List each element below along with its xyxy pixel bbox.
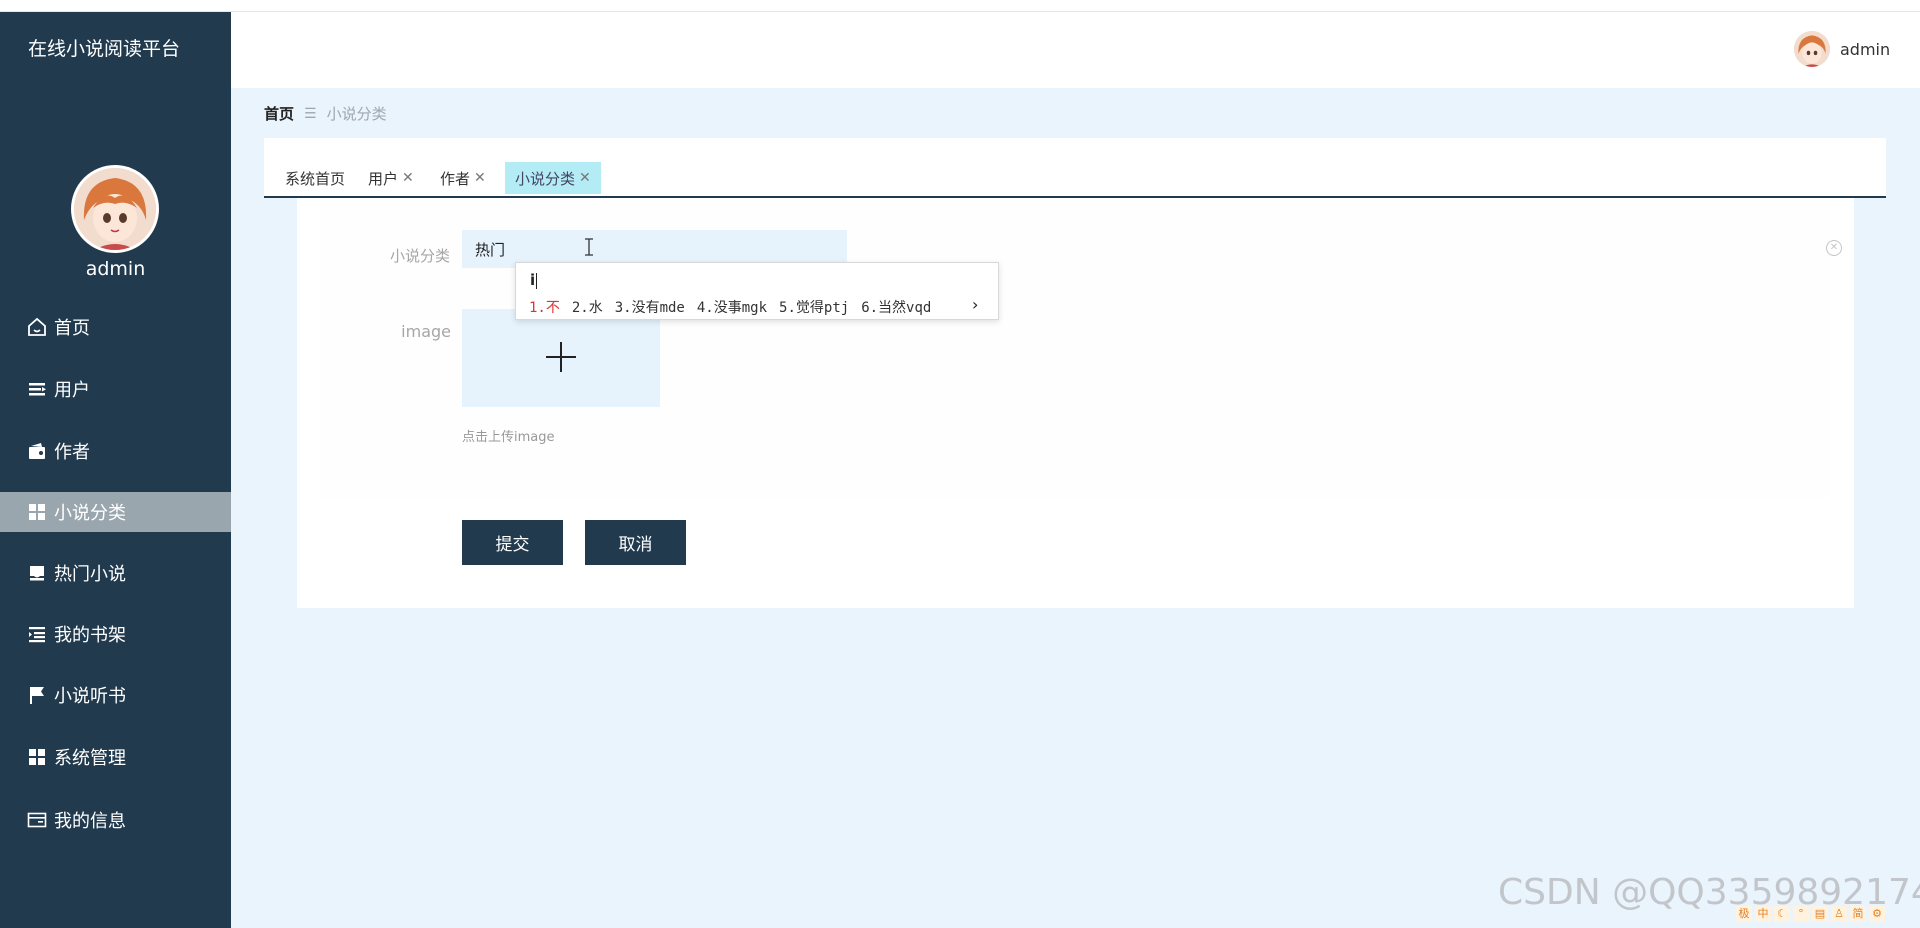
inbox-icon — [26, 562, 48, 584]
sidebar-item-authors[interactable]: 作者 — [0, 431, 231, 471]
ime-candidate[interactable]: 4.没事mgk — [697, 297, 767, 317]
sidebar-item-bookshelf[interactable]: 我的书架 — [0, 614, 231, 654]
tab-authors[interactable]: 作者 ✕ — [430, 162, 496, 194]
text-cursor-icon — [585, 238, 593, 256]
ime-tray-item[interactable]: ▤ — [1812, 906, 1828, 922]
top-border — [0, 0, 1920, 12]
tab-label: 用户 — [368, 169, 399, 188]
sidebar-item-label: 我的信息 — [54, 811, 126, 832]
clear-icon[interactable]: ✕ — [1826, 240, 1842, 256]
chevron-right-icon[interactable]: › — [972, 295, 978, 314]
sidebar-item-label: 小说分类 — [54, 503, 126, 524]
ime-candidate[interactable]: 1.不 — [529, 297, 560, 317]
sidebar-item-users[interactable]: 用户 — [0, 369, 231, 409]
tab-bar: 系统首页 用户 ✕ 作者 ✕ 小说分类 ✕ — [264, 138, 1886, 198]
list-icon — [26, 378, 48, 400]
submit-button[interactable]: 提交 — [462, 520, 563, 565]
image-label: image — [401, 322, 451, 341]
sidebar-item-hot-novels[interactable]: 热门小说 — [0, 553, 231, 593]
upload-hint: 点击上传image — [462, 430, 555, 445]
tab-system-home[interactable]: 系统首页 — [275, 162, 355, 194]
ime-candidate[interactable]: 3.没有mde — [615, 297, 685, 317]
sidebar-item-label: 热门小说 — [54, 564, 126, 585]
ime-candidates: 1.不 2.水 3.没有mde 4.没事mgk 5.觉得ptj 6.当然vqd — [529, 297, 931, 317]
tab-label: 作者 — [440, 169, 471, 188]
sidebar-item-label: 系统管理 — [54, 748, 126, 769]
category-label: 小说分类 — [389, 247, 450, 265]
sidebar-item-label: 用户 — [54, 380, 90, 401]
main-content: 首页 ☰ 小说分类 系统首页 用户 ✕ 作者 ✕ 小说分类 ✕ — [231, 88, 1920, 928]
header-username[interactable]: admin — [1840, 40, 1890, 59]
wallet-icon — [26, 440, 48, 462]
sidebar-item-label: 我的书架 — [54, 625, 126, 646]
breadcrumb-home[interactable]: 首页 — [264, 103, 294, 124]
ime-tray-item[interactable]: ⚙ — [1869, 906, 1885, 922]
sidebar-item-system[interactable]: 系统管理 — [0, 737, 231, 777]
sidebar-item-novel-category[interactable]: 小说分类 — [0, 492, 231, 532]
home-icon — [26, 316, 48, 338]
ime-candidate-popup: i 1.不 2.水 3.没有mde 4.没事mgk 5.觉得ptj 6.当然vq… — [515, 262, 999, 320]
flag-icon — [26, 684, 48, 706]
ime-tray-item[interactable]: 极 — [1736, 906, 1752, 922]
breadcrumb: 首页 ☰ 小说分类 — [264, 103, 387, 124]
tab-label: 小说分类 — [515, 169, 576, 188]
ime-toolbar: 极 中 ☾ ° ▤ ♙ 简 ⚙ — [1736, 904, 1885, 924]
grid-icon — [26, 746, 48, 768]
menu-icon: ☰ — [304, 105, 317, 122]
sidebar-item-label: 首页 — [54, 318, 90, 339]
tab-novel-category[interactable]: 小说分类 ✕ — [505, 162, 601, 194]
indent-icon — [26, 623, 48, 645]
close-icon[interactable]: ✕ — [579, 170, 591, 186]
avatar[interactable] — [1794, 31, 1830, 67]
sidebar-item-audiobook[interactable]: 小说听书 — [0, 675, 231, 715]
breadcrumb-current: 小说分类 — [326, 105, 387, 123]
sidebar-item-label: 小说听书 — [54, 686, 126, 707]
close-icon[interactable]: ✕ — [402, 170, 414, 186]
ime-candidate[interactable]: 6.当然vqd — [861, 297, 931, 317]
ime-candidate[interactable]: 5.觉得ptj — [779, 297, 849, 317]
top-header: admin — [231, 12, 1920, 88]
ime-typed-text: i — [530, 271, 538, 289]
sidebar: 在线小说阅读平台 admin 首页 用户 作者 小说分类 热门小说 我的书架 小… — [0, 12, 231, 928]
ime-tray-item[interactable]: ♙ — [1831, 906, 1847, 922]
sidebar-username: admin — [85, 258, 146, 280]
image-upload[interactable] — [462, 309, 660, 407]
close-icon[interactable]: ✕ — [474, 170, 486, 186]
tab-users[interactable]: 用户 ✕ — [358, 162, 424, 194]
ime-tray-item[interactable]: ☾ — [1774, 906, 1790, 922]
ime-tray-item[interactable]: 简 — [1850, 906, 1866, 922]
tab-label: 系统首页 — [285, 169, 346, 188]
sidebar-item-my-info[interactable]: 我的信息 — [0, 800, 231, 840]
sidebar-item-label: 作者 — [54, 442, 90, 463]
cancel-button[interactable]: 取消 — [585, 520, 686, 565]
app-title: 在线小说阅读平台 — [27, 38, 180, 60]
ime-tray-item[interactable]: 中 — [1755, 906, 1771, 922]
sidebar-item-home[interactable]: 首页 — [0, 307, 231, 347]
card-icon — [26, 809, 48, 831]
ime-candidate[interactable]: 2.水 — [572, 297, 603, 317]
avatar[interactable] — [71, 165, 159, 253]
grid-icon — [26, 501, 48, 523]
ime-tray-item[interactable]: ° — [1793, 906, 1809, 922]
